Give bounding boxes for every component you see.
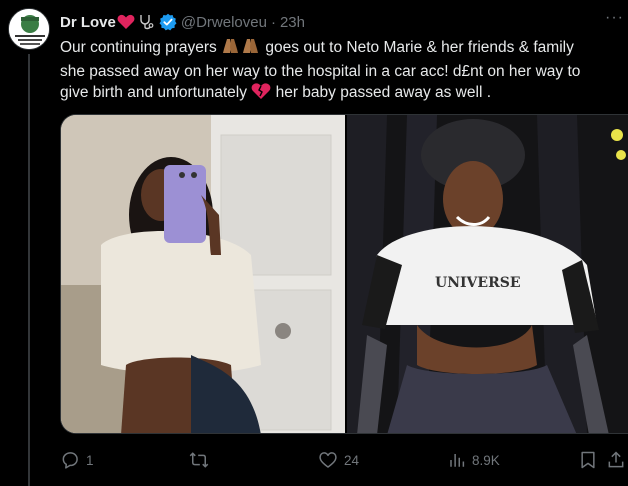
retweet-icon	[189, 452, 209, 468]
post-header: Dr Love @Drweloveu · 23h	[60, 12, 614, 32]
red-heart-emoji-icon	[117, 14, 135, 30]
photo-left-image	[61, 115, 345, 433]
author-handle[interactable]: @Drweloveu	[181, 14, 267, 31]
reply-button[interactable]: 1	[60, 448, 94, 472]
avatar-image	[9, 9, 49, 49]
share-icon	[608, 451, 624, 468]
post-media[interactable]: UNIVERSE	[60, 114, 628, 434]
broken-heart-emoji-icon	[251, 82, 271, 106]
post-text-segment: goes out to Neto Marie & her friends & f…	[261, 39, 574, 56]
folded-hands-emoji-icon	[221, 37, 261, 61]
reply-icon	[62, 452, 78, 469]
retweet-button[interactable]	[188, 448, 210, 472]
share-button[interactable]	[606, 448, 626, 472]
views-icon	[450, 454, 465, 467]
post-time[interactable]: 23h	[280, 14, 305, 31]
reply-count: 1	[86, 452, 94, 468]
like-count: 24	[344, 452, 360, 468]
bookmark-icon	[581, 451, 595, 469]
more-options-button[interactable]: ···	[605, 9, 624, 27]
shirt-text: UNIVERSE	[435, 275, 521, 291]
author-name[interactable]: Dr Love	[60, 14, 116, 31]
post-text-line-2: she passed away on her way to the hospit…	[60, 63, 581, 80]
tweet[interactable]: Dr Love @Drweloveu · 23h ··· Our continu…	[0, 0, 628, 486]
avatar[interactable]	[8, 8, 50, 50]
post-text-line-3: give birth and unfortunately her baby pa…	[60, 82, 628, 106]
post-text: Our continuing prayers goes out to Neto …	[60, 37, 628, 106]
like-button[interactable]: 24	[318, 448, 359, 472]
views-count: 8.9K	[472, 452, 500, 468]
photo-left[interactable]	[61, 115, 345, 433]
post-actions: 1 24 8.9K	[60, 448, 628, 472]
post-text-segment: give birth and unfortunately	[60, 84, 252, 101]
post-text-segment: Our continuing prayers	[60, 39, 222, 56]
photo-right-image: UNIVERSE	[347, 115, 628, 433]
post-text-segment: her baby passed away as well .	[271, 84, 491, 101]
thread-line	[28, 54, 30, 486]
bookmark-button[interactable]	[578, 448, 598, 472]
post-text-line-1: Our continuing prayers goes out to Neto …	[60, 37, 628, 61]
like-icon	[319, 452, 337, 468]
views-button[interactable]: 8.9K	[448, 448, 500, 472]
separator-dot: ·	[270, 13, 276, 31]
photo-right[interactable]: UNIVERSE	[347, 115, 628, 433]
verified-badge-icon	[159, 13, 177, 31]
stethoscope-icon	[137, 13, 155, 31]
